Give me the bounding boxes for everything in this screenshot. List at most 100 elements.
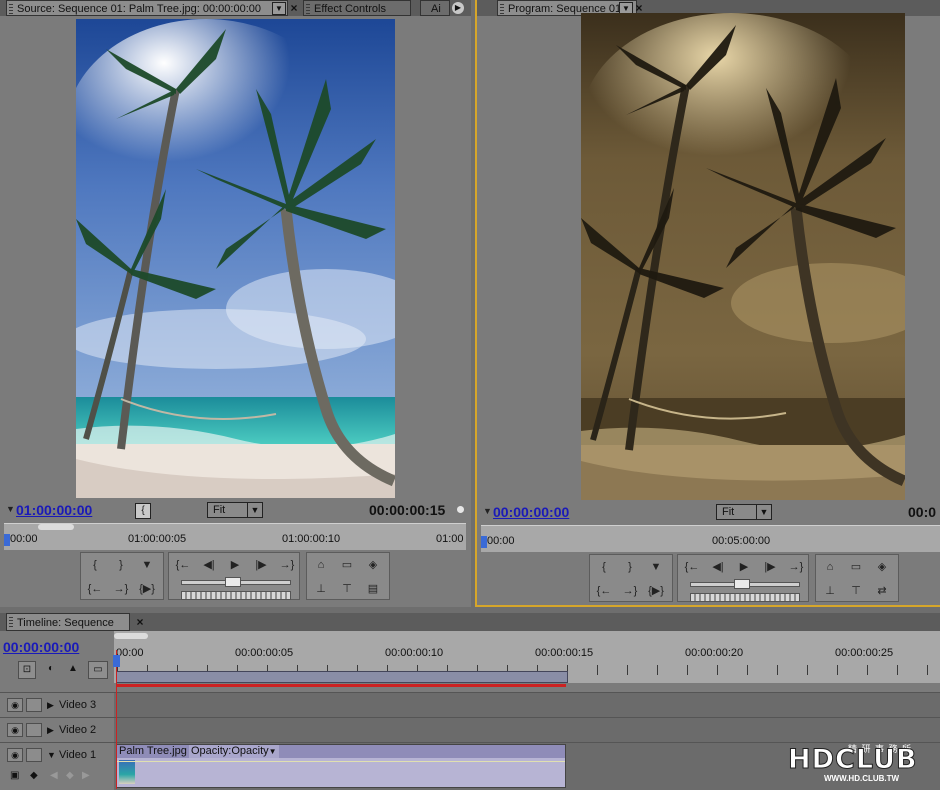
goto-out-button[interactable]: →} (620, 583, 640, 599)
expand-icon[interactable]: ▶ (47, 725, 54, 736)
lock-icon[interactable] (26, 698, 42, 712)
goto-in-button[interactable]: {← (85, 581, 105, 597)
grip-icon[interactable] (306, 4, 310, 14)
grip-icon[interactable] (9, 617, 13, 627)
shuttle-handle[interactable] (225, 577, 241, 587)
tab-effect-controls[interactable]: Effect Controls (303, 0, 411, 16)
zoom-track-button[interactable]: ▭ (88, 661, 108, 679)
eye-icon[interactable]: ◉ (7, 723, 23, 737)
goto-in-button[interactable]: {← (594, 583, 614, 599)
loop-icon[interactable]: ⌂ (820, 559, 840, 575)
tab-menu-button[interactable]: ▼ (272, 2, 286, 15)
step-forward-marker-button[interactable]: →} (277, 557, 297, 573)
lock-icon[interactable] (26, 723, 42, 737)
mark-in-button[interactable]: { (85, 557, 105, 573)
step-back-marker-button[interactable]: {← (682, 559, 702, 575)
lift-icon[interactable]: ⊥ (820, 583, 840, 599)
set-marker-button[interactable]: ▼ (137, 557, 157, 573)
extract-icon[interactable]: ⊤ (846, 583, 866, 599)
toggle-take-icon[interactable]: ▤ (363, 581, 383, 597)
step-forward-marker-button[interactable]: →} (786, 559, 806, 575)
close-icon[interactable]: × (288, 0, 300, 16)
safe-margins-icon[interactable]: ▭ (846, 559, 866, 575)
source-zoom-select[interactable]: Fit ▼ (207, 502, 263, 518)
eye-icon[interactable]: ◉ (7, 698, 23, 712)
mark-out-button[interactable]: } (620, 559, 640, 575)
step-back-button[interactable]: ◀| (708, 559, 728, 575)
set-marker-icon[interactable]: ▲ (64, 661, 82, 679)
safe-margins-icon[interactable]: ▭ (337, 557, 357, 573)
tab-audio-mixer[interactable]: Ai (420, 0, 450, 16)
jog-wheel[interactable] (181, 591, 291, 600)
keyframe-icon[interactable]: ◆ (30, 770, 38, 781)
program-time-ruler[interactable]: 00:00 00:05:00:00 (481, 525, 940, 552)
marker-icon[interactable]: ▼ (483, 506, 492, 516)
output-icon[interactable]: ◈ (363, 557, 383, 573)
snap-button[interactable]: ⊡ (18, 661, 36, 679)
grip-icon[interactable] (500, 4, 504, 14)
goto-out-button[interactable]: →} (111, 581, 131, 597)
mark-out-button[interactable]: } (111, 557, 131, 573)
program-current-time[interactable]: 00:00:00:00 (493, 504, 569, 520)
ruler-label: 00:00:00:15 (535, 647, 594, 659)
set-encore-marker-icon[interactable]: ◐ (42, 661, 60, 679)
playhead-icon[interactable] (4, 534, 10, 546)
ruler-label: 00:00 (116, 647, 144, 659)
opacity-line[interactable] (117, 761, 565, 762)
wing-menu-icon[interactable] (457, 506, 464, 513)
playhead-icon[interactable] (481, 536, 487, 548)
marker-icon[interactable]: ▼ (6, 504, 15, 514)
close-icon[interactable]: × (134, 613, 146, 631)
play-in-out-button[interactable]: {▶} (137, 581, 157, 597)
timeline-playhead[interactable] (116, 650, 117, 789)
track-video-3[interactable]: ◉ ▶ Video 3 (0, 692, 940, 718)
work-area-bar[interactable] (116, 671, 568, 683)
clip-palm-tree[interactable]: Palm Tree.jpg Opacity:Opacity▼ (116, 744, 566, 788)
lock-icon[interactable] (26, 748, 42, 762)
collapse-icon[interactable]: ▼ (47, 750, 56, 760)
program-duration: 00:0 (908, 504, 937, 520)
insert-icon[interactable]: ⊥ (311, 581, 331, 597)
step-forward-button[interactable]: |▶ (251, 557, 271, 573)
step-back-marker-button[interactable]: {← (173, 557, 193, 573)
zoom-scroll-handle[interactable] (38, 524, 74, 530)
playhead-handle-icon[interactable] (113, 655, 120, 667)
display-style-icon[interactable]: ▣ (10, 770, 19, 781)
play-button[interactable]: ▶ (734, 559, 754, 575)
step-forward-button[interactable]: |▶ (760, 559, 780, 575)
next-keyframe-icon[interactable]: ▶ (82, 770, 90, 781)
prev-keyframe-icon[interactable]: ◀ (50, 770, 58, 781)
tab-source[interactable]: Source: Sequence 01: Palm Tree.jpg: 00:0… (6, 0, 288, 16)
track-video-2[interactable]: ◉ ▶ Video 2 (0, 717, 940, 743)
track-name: Video 2 (59, 724, 97, 736)
program-edit-controls: ⌂ ▭ ◈ ⊥ ⊤ ⇄ (815, 554, 899, 602)
play-button[interactable]: ▶ (225, 557, 245, 573)
timeline-tabbar: Timeline: Sequence 01 × (0, 613, 940, 647)
program-zoom-select[interactable]: Fit ▼ (716, 504, 772, 520)
zoom-scroll-handle[interactable] (114, 633, 148, 639)
trim-icon[interactable]: ⇄ (872, 583, 892, 599)
panel-menu-icon[interactable]: ▶ (452, 2, 464, 14)
add-keyframe-icon[interactable]: ◆ (66, 770, 74, 781)
source-marker-controls: { } ▼ {← →} {▶} (80, 552, 164, 600)
tab-timeline[interactable]: Timeline: Sequence 01 (6, 613, 130, 647)
source-time-ruler[interactable]: 00:00 01:00:00:05 01:00:00:10 01:00 (4, 523, 466, 550)
jog-wheel[interactable] (690, 593, 800, 602)
safe-margins-button[interactable]: { (135, 503, 151, 519)
chevron-down-icon: ▼ (756, 505, 771, 519)
loop-icon[interactable]: ⌂ (311, 557, 331, 573)
timeline-current-time[interactable]: 00:00:00:00 (3, 639, 79, 655)
shuttle-handle[interactable] (734, 579, 750, 589)
output-icon[interactable]: ◈ (872, 559, 892, 575)
source-duration: 00:00:00:15 (369, 502, 446, 518)
overlay-icon[interactable]: ⊤ (337, 581, 357, 597)
expand-icon[interactable]: ▶ (47, 700, 54, 711)
source-current-time[interactable]: 01:00:00:00 (16, 502, 92, 518)
mark-in-button[interactable]: { (594, 559, 614, 575)
eye-icon[interactable]: ◉ (7, 748, 23, 762)
clip-effect-menu[interactable]: Opacity:Opacity▼ (189, 745, 279, 758)
play-in-out-button[interactable]: {▶} (646, 583, 666, 599)
grip-icon[interactable] (9, 4, 13, 14)
set-marker-button[interactable]: ▼ (646, 559, 666, 575)
step-back-button[interactable]: ◀| (199, 557, 219, 573)
